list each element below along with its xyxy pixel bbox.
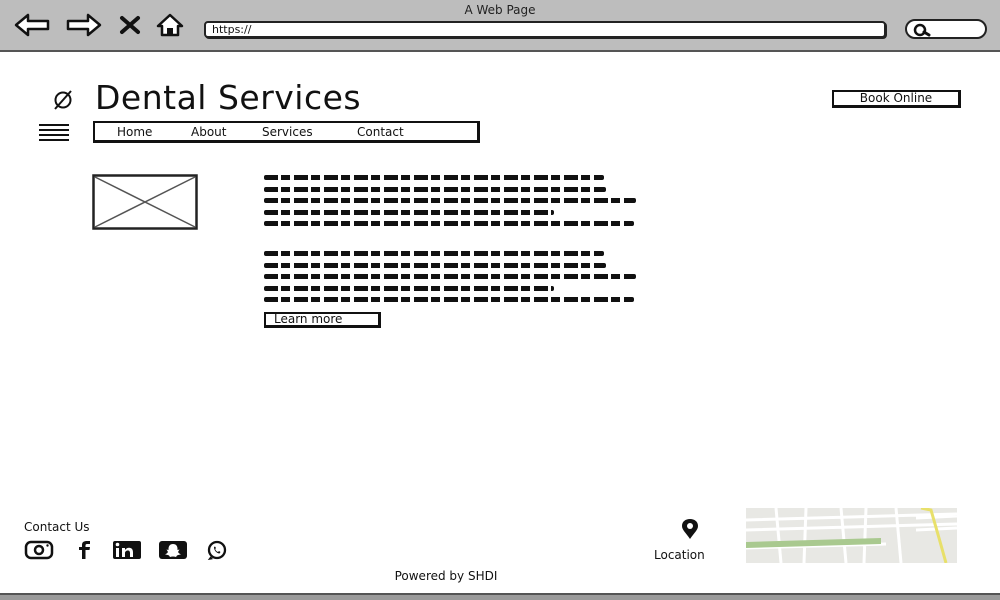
site-title: Dental Services bbox=[95, 78, 362, 117]
url-input[interactable]: https:// bbox=[204, 21, 886, 38]
paragraph-placeholder-1 bbox=[264, 175, 636, 233]
main-navigation: Home About Services Contact bbox=[93, 121, 480, 143]
nav-home-link[interactable]: Home bbox=[117, 125, 152, 139]
nav-contact-link[interactable]: Contact bbox=[357, 125, 404, 139]
browser-bottom-edge bbox=[0, 593, 1000, 600]
nav-about-link[interactable]: About bbox=[191, 125, 226, 139]
powered-by-text: Powered by SHDI bbox=[394, 569, 498, 583]
browser-search-field[interactable] bbox=[905, 19, 987, 39]
back-arrow-icon[interactable] bbox=[14, 13, 52, 37]
image-placeholder bbox=[92, 174, 198, 230]
search-icon bbox=[913, 23, 931, 37]
empty-set-icon bbox=[50, 89, 76, 115]
learn-more-button[interactable]: Learn more bbox=[264, 312, 381, 328]
home-icon[interactable] bbox=[154, 13, 186, 37]
instagram-icon[interactable] bbox=[24, 540, 54, 560]
contact-us-heading: Contact Us bbox=[24, 520, 90, 534]
facebook-icon[interactable] bbox=[70, 540, 100, 560]
browser-toolbar: A Web Page https:// bbox=[0, 0, 1000, 52]
location-label: Location bbox=[654, 548, 705, 562]
linkedin-icon[interactable] bbox=[112, 540, 142, 560]
book-online-button[interactable]: Book Online bbox=[832, 90, 961, 108]
snapchat-icon[interactable] bbox=[158, 540, 188, 560]
nav-services-link[interactable]: Services bbox=[262, 125, 313, 139]
map-thumbnail[interactable] bbox=[746, 508, 957, 563]
close-x-icon[interactable] bbox=[118, 13, 142, 37]
map-pin-icon bbox=[677, 518, 703, 544]
hamburger-menu-icon[interactable] bbox=[39, 124, 69, 141]
whatsapp-icon[interactable] bbox=[202, 540, 232, 560]
paragraph-placeholder-2 bbox=[264, 251, 636, 309]
forward-arrow-icon[interactable] bbox=[64, 13, 102, 37]
window-title: A Web Page bbox=[464, 3, 536, 17]
